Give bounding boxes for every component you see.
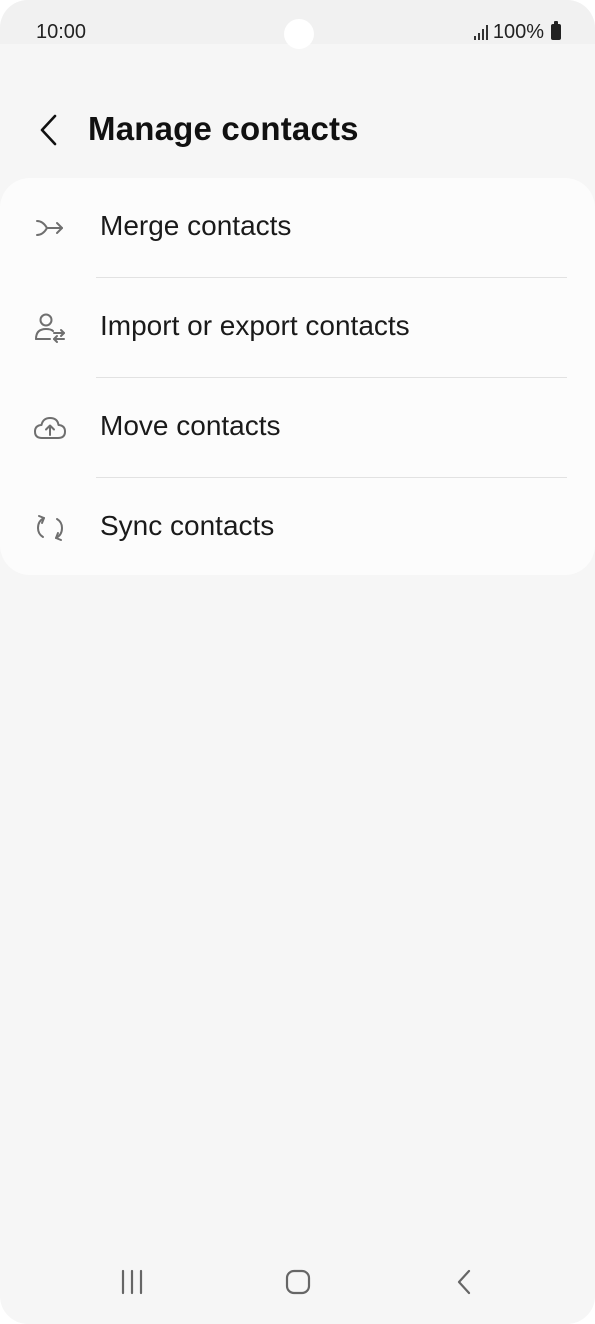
cloud-upload-icon (32, 410, 68, 446)
merge-arrow-icon (32, 210, 68, 246)
menu-item-sync-contacts[interactable]: Sync contacts (0, 478, 595, 578)
battery-percent: 100% (492, 20, 544, 43)
menu-item-label: Move contacts (100, 410, 281, 441)
back-button[interactable] (28, 106, 68, 154)
menu-item-label: Import or export contacts (100, 310, 410, 341)
person-transfer-icon (32, 310, 68, 346)
menu-item-import-export-contacts[interactable]: Import or export contacts (0, 278, 595, 378)
back-icon (457, 1269, 471, 1295)
home-button[interactable] (268, 1258, 328, 1306)
recents-icon (121, 1269, 143, 1295)
status-indicators: 100% (473, 20, 561, 44)
signal-icon (473, 24, 488, 40)
chevron-left-icon (40, 114, 57, 146)
page-title: Manage contacts (88, 110, 359, 147)
status-time: 10:00 (36, 21, 87, 43)
home-icon (285, 1269, 311, 1295)
battery-icon (551, 21, 561, 40)
sync-icon (32, 510, 68, 546)
menu-card: Merge contacts Import or export contacts (0, 178, 595, 575)
phone-screen: 10:00 100% Manage contacts Merge contact… (0, 0, 595, 1324)
menu-item-merge-contacts[interactable]: Merge contacts (0, 178, 595, 278)
recents-button[interactable] (102, 1258, 162, 1306)
nav-back-button[interactable] (434, 1258, 494, 1306)
navigation-bar (0, 1244, 595, 1324)
menu-item-label: Merge contacts (100, 210, 292, 241)
status-bar: 10:00 100% (0, 0, 595, 49)
app-header: Manage contacts (0, 100, 595, 160)
menu-item-label: Sync contacts (100, 510, 275, 541)
menu-item-move-contacts[interactable]: Move contacts (0, 378, 595, 478)
front-camera (284, 19, 314, 49)
